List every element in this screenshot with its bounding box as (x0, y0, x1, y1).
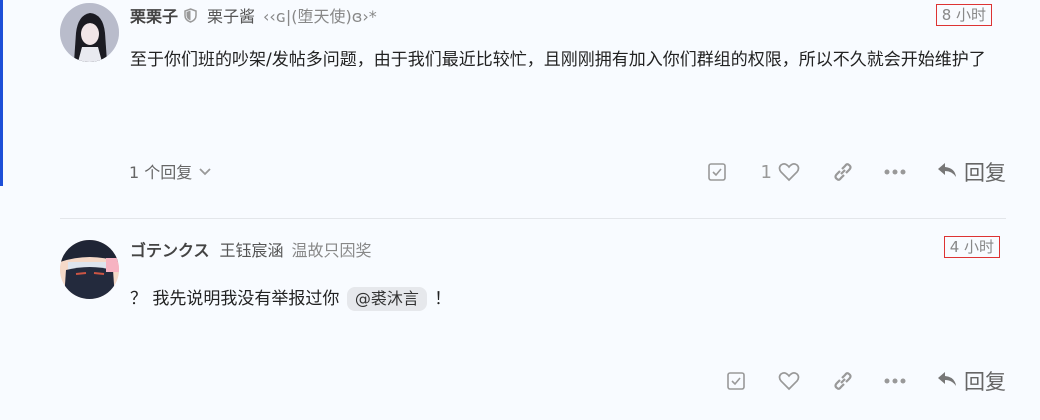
shield-icon (184, 7, 197, 23)
show-replies-button[interactable]: 1 个回复 (129, 159, 212, 183)
post-body: 至于你们班的吵架/发帖多问题，由于我们最近比较忙，且刚刚拥有加入你们群组的权限，… (130, 50, 986, 70)
post: 栗栗子 栗子酱 ‹‹ɢ|(堕天使)ɞ›* 8 小时 至于你们班的吵架/发帖多问题… (60, 0, 1006, 218)
link-icon[interactable] (832, 370, 854, 392)
like-count[interactable]: 1 (761, 162, 772, 183)
solution-checkbox-icon[interactable] (707, 162, 727, 182)
more-options-icon[interactable] (884, 378, 906, 384)
post-text: ？ 我先说明我没有举报过你 (130, 289, 340, 309)
post-body: ？ 我先说明我没有举报过你 @裘沐言 ！ (130, 286, 451, 313)
avatar[interactable] (60, 3, 119, 62)
username[interactable]: ゴテンクス (130, 237, 210, 261)
link-icon[interactable] (832, 161, 854, 183)
heart-icon[interactable] (778, 162, 800, 182)
post-actions: 1 回复 (707, 157, 1006, 187)
user-mention[interactable]: @裘沐言 (346, 287, 427, 311)
full-name: 栗子酱 (207, 7, 256, 26)
post-author: 栗栗子 栗子酱 ‹‹ɢ|(堕天使)ɞ›* (130, 3, 377, 27)
reply-arrow-icon (936, 369, 958, 393)
user-title: ‹‹ɢ|(堕天使)ɞ›* (263, 7, 377, 26)
post: ゴテンクス 王钰宸涵 温故只因奖 4 小时 ？ 我先说明我没有举报过你 @裘沐言… (60, 219, 1006, 420)
post-date[interactable]: 8 小时 (935, 4, 992, 26)
post-actions: 回复 (726, 366, 1006, 396)
selection-indicator (0, 0, 3, 186)
reply-arrow-icon (936, 160, 958, 184)
post-date[interactable]: 4 小时 (943, 236, 1000, 258)
user-title: 温故只因奖 (291, 241, 372, 260)
username[interactable]: 栗栗子 (130, 3, 178, 27)
replies-count-label: 1 个回复 (129, 163, 193, 182)
chevron-down-icon (198, 162, 212, 181)
reply-label: 回复 (964, 370, 1006, 394)
more-options-icon[interactable] (884, 169, 906, 175)
post-text: ！ (434, 289, 452, 309)
full-name: 王钰宸涵 (219, 241, 284, 260)
heart-icon[interactable] (778, 371, 800, 391)
avatar[interactable] (60, 240, 119, 299)
solution-checkbox-icon[interactable] (726, 371, 746, 391)
reply-button[interactable]: 回复 (936, 157, 1006, 187)
reply-button[interactable]: 回复 (936, 366, 1006, 396)
post-author: ゴテンクス 王钰宸涵 温故只因奖 (130, 237, 372, 261)
reply-label: 回复 (964, 161, 1006, 185)
